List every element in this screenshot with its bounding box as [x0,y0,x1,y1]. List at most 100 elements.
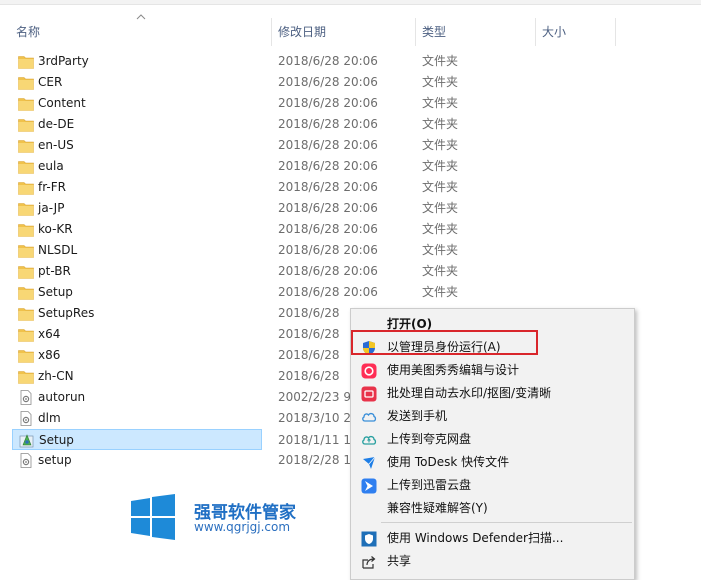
menu-item-label: 共享 [387,554,412,568]
file-date: 2018/6/28 [278,348,340,362]
menu-item[interactable]: 批处理自动去水印/抠图/变清晰 [353,382,634,405]
column-header-bar: 名称 修改日期 类型 大小 [0,14,701,46]
send-to-phone-icon [361,409,377,425]
file-type: 文件夹 [422,243,459,257]
menu-item-label: 批处理自动去水印/抠图/变清晰 [387,386,552,400]
folder-icon [18,96,34,111]
folder-icon [18,327,34,342]
menu-item[interactable]: 发送到手机 [353,405,634,428]
file-type: 文件夹 [422,264,459,278]
file-type: 文件夹 [422,159,459,173]
file-date: 2018/6/28 20:06 [278,264,378,278]
todesk-icon [361,455,377,471]
batch-process-icon [361,386,377,402]
file-name: x86 [38,348,61,362]
file-name: autorun [38,390,86,404]
folder-icon [18,180,34,195]
menu-item[interactable]: 上传到夸克网盘 [353,428,634,451]
file-row[interactable]: 3rdParty 2018/6/28 20:06 文件夹 [12,51,640,72]
file-name: zh-CN [38,369,74,383]
file-row[interactable]: Content 2018/6/28 20:06 文件夹 [12,93,640,114]
file-date: 2018/1/11 1 [278,433,351,447]
file-row[interactable]: Setup 2018/1/11 1 [12,429,351,450]
folder-icon [18,306,34,321]
file-type: 文件夹 [422,222,459,236]
file-type: 文件夹 [422,75,459,89]
watermark-url: www.qgrjgj.com [194,520,291,534]
menu-item[interactable]: 使用美图秀秀编辑与设计 [353,359,634,382]
defender-icon [361,531,377,547]
file-date: 2018/6/28 20:06 [278,96,378,110]
file-date: 2002/2/23 9 [278,390,351,404]
file-name: NLSDL [38,243,78,257]
share-icon [361,554,377,570]
file-name: de-DE [38,117,75,131]
file-name: eula [38,159,64,173]
toolbar-edge [0,0,701,5]
file-date: 2018/6/28 20:06 [278,54,378,68]
setup-exe-icon [19,433,35,448]
file-type: 文件夹 [422,96,459,110]
file-row[interactable]: ja-JP 2018/6/28 20:06 文件夹 [12,198,640,219]
menu-item-label: 使用 ToDesk 快传文件 [387,455,510,469]
menu-item[interactable]: 兼容性疑难解答(Y) [353,497,634,520]
file-row[interactable]: NLSDL 2018/6/28 20:06 文件夹 [12,240,640,261]
folder-icon [18,117,34,132]
menu-separator [381,522,632,523]
file-row[interactable]: ko-KR 2018/6/28 20:06 文件夹 [12,219,640,240]
file-row[interactable]: eula 2018/6/28 20:06 文件夹 [12,156,640,177]
file-date: 2018/6/28 [278,327,340,341]
file-type: 文件夹 [422,285,459,299]
file-name: ja-JP [38,201,65,215]
file-date: 2018/6/28 20:06 [278,222,378,236]
file-name: CER [38,75,63,89]
settings-file-icon [18,453,34,468]
file-row[interactable]: de-DE 2018/6/28 20:06 文件夹 [12,114,640,135]
file-date: 2018/2/28 1 [278,453,351,467]
folder-icon [18,75,34,90]
file-date: 2018/6/28 20:06 [278,243,378,257]
meitu-icon [361,363,377,379]
file-type: 文件夹 [422,117,459,131]
file-date: 2018/6/28 20:06 [278,180,378,194]
file-name: Setup [38,285,73,299]
file-row[interactable]: Setup 2018/6/28 20:06 文件夹 [12,282,640,303]
file-date: 2018/6/28 20:06 [278,117,378,131]
file-date: 2018/3/10 2 [278,411,351,425]
menu-item-label: 使用美图秀秀编辑与设计 [387,363,520,377]
menu-item[interactable]: 共享 [353,550,634,573]
folder-icon [18,243,34,258]
file-name: Content [38,96,86,110]
sort-ascending-icon [136,14,146,20]
file-type: 文件夹 [422,180,459,194]
menu-item-label: 使用 Windows Defender扫描... [387,531,564,545]
file-date: 2018/6/28 [278,306,340,320]
highlight-box [351,330,538,355]
file-type: 文件夹 [422,201,459,215]
column-header-name[interactable]: 名称 [10,18,272,46]
windows-logo-icon [131,494,175,540]
menu-item[interactable]: 使用 ToDesk 快传文件 [353,451,634,474]
column-header-type[interactable]: 类型 [416,18,536,46]
column-header-size[interactable]: 大小 [536,18,616,46]
menu-item-label: 发送到手机 [387,409,448,423]
file-row[interactable]: CER 2018/6/28 20:06 文件夹 [12,72,640,93]
file-row[interactable]: fr-FR 2018/6/28 20:06 文件夹 [12,177,640,198]
menu-item[interactable]: 上传到迅雷云盘 [353,474,634,497]
file-name: 3rdParty [38,54,89,68]
file-name: setup [38,453,72,467]
xunlei-icon [361,478,377,494]
file-name: pt-BR [38,264,71,278]
column-header-date[interactable]: 修改日期 [272,18,416,46]
settings-file-icon [18,390,34,405]
menu-item-label: 上传到夸克网盘 [387,432,472,446]
watermark: 强哥软件管家 www.qgrjgj.com [130,494,330,542]
file-row[interactable]: pt-BR 2018/6/28 20:06 文件夹 [12,261,640,282]
file-name: Setup [39,433,74,447]
menu-item[interactable]: 使用 Windows Defender扫描... [353,527,634,550]
column-divider[interactable] [615,18,616,46]
file-name: ko-KR [38,222,73,236]
file-row[interactable]: en-US 2018/6/28 20:06 文件夹 [12,135,640,156]
file-date: 2018/6/28 20:06 [278,138,378,152]
menu-item-label: 兼容性疑难解答(Y) [387,501,488,515]
